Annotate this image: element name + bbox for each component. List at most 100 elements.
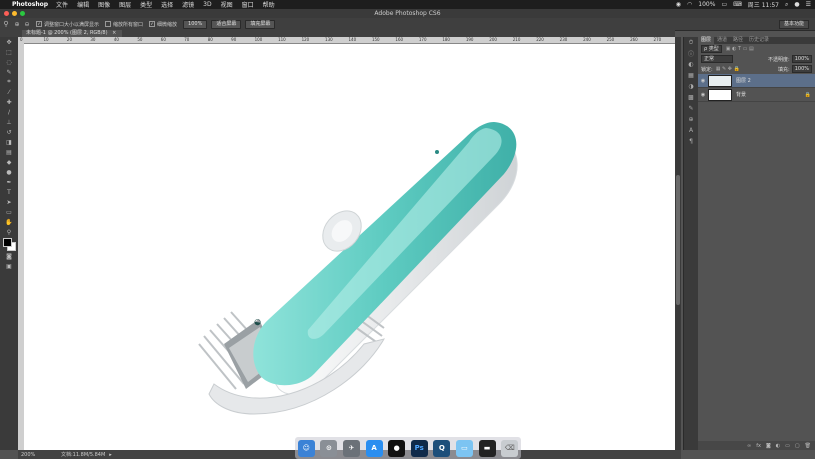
eyedropper-tool-icon[interactable]: ⁄ xyxy=(0,87,18,97)
workspace-switcher[interactable]: 基本功能 xyxy=(778,20,809,29)
quicktime-icon[interactable]: Q xyxy=(433,439,451,457)
new-group-icon[interactable]: ▭ xyxy=(785,443,790,449)
zoom-tool-small-icon[interactable]: ⚲ xyxy=(0,227,18,237)
tab-paths[interactable]: 路径 xyxy=(730,37,746,44)
quick-mask-icon[interactable]: ◙ xyxy=(0,251,18,261)
zoom-in-icon[interactable]: ⊕ xyxy=(12,21,22,28)
add-mask-icon[interactable]: ◙ xyxy=(766,443,771,449)
clone-source-panel-icon[interactable]: ⊕ xyxy=(684,114,698,125)
history-panel-icon[interactable]: ⏱ xyxy=(684,37,698,48)
scrollbar-thumb[interactable] xyxy=(676,175,680,305)
crop-tool-icon[interactable]: ⌗ xyxy=(0,77,18,87)
status-menu-arrow-icon[interactable]: ▸ xyxy=(109,452,112,458)
rectangle-tool-icon[interactable]: ▭ xyxy=(0,207,18,217)
menu-layer[interactable]: 图层 xyxy=(119,0,131,9)
zoom-out-icon[interactable]: ⊖ xyxy=(22,21,32,28)
layer-name[interactable]: 图层 2 xyxy=(736,77,751,84)
canvas[interactable]: ◐ xyxy=(24,44,675,450)
eraser-tool-icon[interactable]: ◨ xyxy=(0,137,18,147)
blend-mode-select[interactable]: 正常 xyxy=(701,55,733,63)
tab-channels[interactable]: 通道 xyxy=(714,37,730,44)
document-tab[interactable]: 未标题-1 @ 200% (图层 2, RGB/8) × xyxy=(22,30,122,37)
swatches-panel-icon[interactable]: ▦ xyxy=(684,70,698,81)
layer-row-layer-2[interactable]: ◉ 图层 2 xyxy=(698,74,815,88)
record-icon[interactable]: ◉ xyxy=(676,1,681,8)
layer-kind-filter[interactable]: ρ 类型 xyxy=(701,45,722,53)
rocket-icon[interactable]: ✈ xyxy=(342,439,360,457)
tab-history[interactable]: 历史记录 xyxy=(746,37,772,44)
siri-icon[interactable]: ● xyxy=(794,1,799,8)
zoom-all-checkbox[interactable] xyxy=(105,21,112,27)
pen-tool-icon[interactable]: ✒ xyxy=(0,177,18,187)
visibility-eye-icon[interactable]: ◉ xyxy=(698,92,708,98)
dodge-tool-icon[interactable]: ● xyxy=(0,167,18,177)
search-icon[interactable]: ⌕ xyxy=(785,1,788,9)
finder-icon[interactable]: ☺ xyxy=(297,439,315,457)
close-tab-icon[interactable]: × xyxy=(112,30,116,36)
menu-file[interactable]: 文件 xyxy=(56,0,68,9)
gradient-tool-icon[interactable]: ▤ xyxy=(0,147,18,157)
quick-select-tool-icon[interactable]: ✎ xyxy=(0,67,18,77)
layer-name[interactable]: 背景 xyxy=(736,91,746,98)
menu-window[interactable]: 窗口 xyxy=(242,0,254,9)
menu-filter[interactable]: 滤镜 xyxy=(182,0,194,9)
opacity-input[interactable]: 100% xyxy=(791,55,812,63)
styles-panel-icon[interactable]: ▩ xyxy=(684,92,698,103)
blur-tool-icon[interactable]: ◆ xyxy=(0,157,18,167)
trash-icon[interactable]: ⌫ xyxy=(501,439,519,457)
menu-view[interactable]: 视图 xyxy=(221,0,233,9)
zoom-tool-icon[interactable]: ⚲ xyxy=(0,20,12,28)
character-panel-icon[interactable]: A xyxy=(684,125,698,136)
brush-tool-icon[interactable]: ∕ xyxy=(0,107,18,117)
zoom-all-option[interactable]: 缩放所有窗口 xyxy=(105,21,143,28)
hand-tool-icon[interactable]: ✋ xyxy=(0,217,18,227)
link-layers-icon[interactable]: ∞ xyxy=(747,443,751,449)
healing-brush-tool-icon[interactable]: ✚ xyxy=(0,97,18,107)
marquee-tool-icon[interactable]: ⬚ xyxy=(0,47,18,57)
layer-row-background[interactable]: ◉ 背景 🔒 xyxy=(698,88,815,102)
fill-screen-button[interactable]: 填充屏幕 xyxy=(245,19,276,29)
minimize-window-button[interactable] xyxy=(12,11,17,16)
screen-mode-icon[interactable]: ▣ xyxy=(0,261,18,271)
menu-type[interactable]: 类型 xyxy=(140,0,152,9)
move-tool-icon[interactable]: ✥ xyxy=(0,37,18,47)
delete-layer-icon[interactable]: 🗑 xyxy=(805,443,811,449)
path-select-tool-icon[interactable]: ➤ xyxy=(0,197,18,207)
new-layer-icon[interactable]: ▢ xyxy=(795,443,800,449)
menu-image[interactable]: 图像 xyxy=(98,0,110,9)
tab-layers[interactable]: 图层 xyxy=(698,37,715,44)
resize-windows-checkbox[interactable]: ✓ xyxy=(36,21,42,27)
folder-icon[interactable]: ▭ xyxy=(455,439,473,457)
menu-3d[interactable]: 3D xyxy=(203,1,211,8)
qq-icon[interactable]: ● xyxy=(388,439,406,457)
type-tool-icon[interactable]: T xyxy=(0,187,18,197)
lock-icons[interactable]: ▦ ✎ ✥ 🔒 xyxy=(716,66,740,72)
fit-screen-button[interactable]: 适合屏幕 xyxy=(211,19,242,29)
filter-icons[interactable]: ▣ ◐ T ▭ ▤ xyxy=(726,46,754,52)
clone-stamp-tool-icon[interactable]: ⊥ xyxy=(0,117,18,127)
fill-input[interactable]: 100% xyxy=(791,65,812,73)
info-panel-icon[interactable]: ⓘ xyxy=(684,48,698,59)
visibility-eye-icon[interactable]: ◉ xyxy=(698,78,708,84)
history-brush-tool-icon[interactable]: ↺ xyxy=(0,127,18,137)
clock[interactable]: 周三 11:57 xyxy=(748,0,779,9)
color-panel-icon[interactable]: ◐ xyxy=(684,59,698,70)
app-menu[interactable]: Photoshop xyxy=(12,1,48,8)
actual-pixels-button[interactable]: 100% xyxy=(183,19,208,29)
zoom-window-button[interactable] xyxy=(20,11,25,16)
input-method-icon[interactable]: ⌨ xyxy=(733,1,742,8)
brush-panel-icon[interactable]: ✎ xyxy=(684,103,698,114)
canvas-vertical-scrollbar[interactable] xyxy=(675,37,681,450)
app-store-icon[interactable]: A xyxy=(365,439,383,457)
menu-edit[interactable]: 编辑 xyxy=(77,0,89,9)
menu-select[interactable]: 选择 xyxy=(161,0,173,9)
layer-style-icon[interactable]: fx xyxy=(756,443,761,449)
close-window-button[interactable] xyxy=(4,11,9,16)
wifi-icon[interactable]: ◠ xyxy=(687,1,692,8)
adjustments-panel-icon[interactable]: ◑ xyxy=(684,81,698,92)
menu-help[interactable]: 帮助 xyxy=(263,0,275,9)
foreground-color-swatch[interactable] xyxy=(3,238,12,247)
zoom-level[interactable]: 200% xyxy=(18,452,61,458)
screen-icon[interactable]: ▬ xyxy=(478,439,496,457)
battery-icon[interactable]: ▭ xyxy=(721,1,727,8)
